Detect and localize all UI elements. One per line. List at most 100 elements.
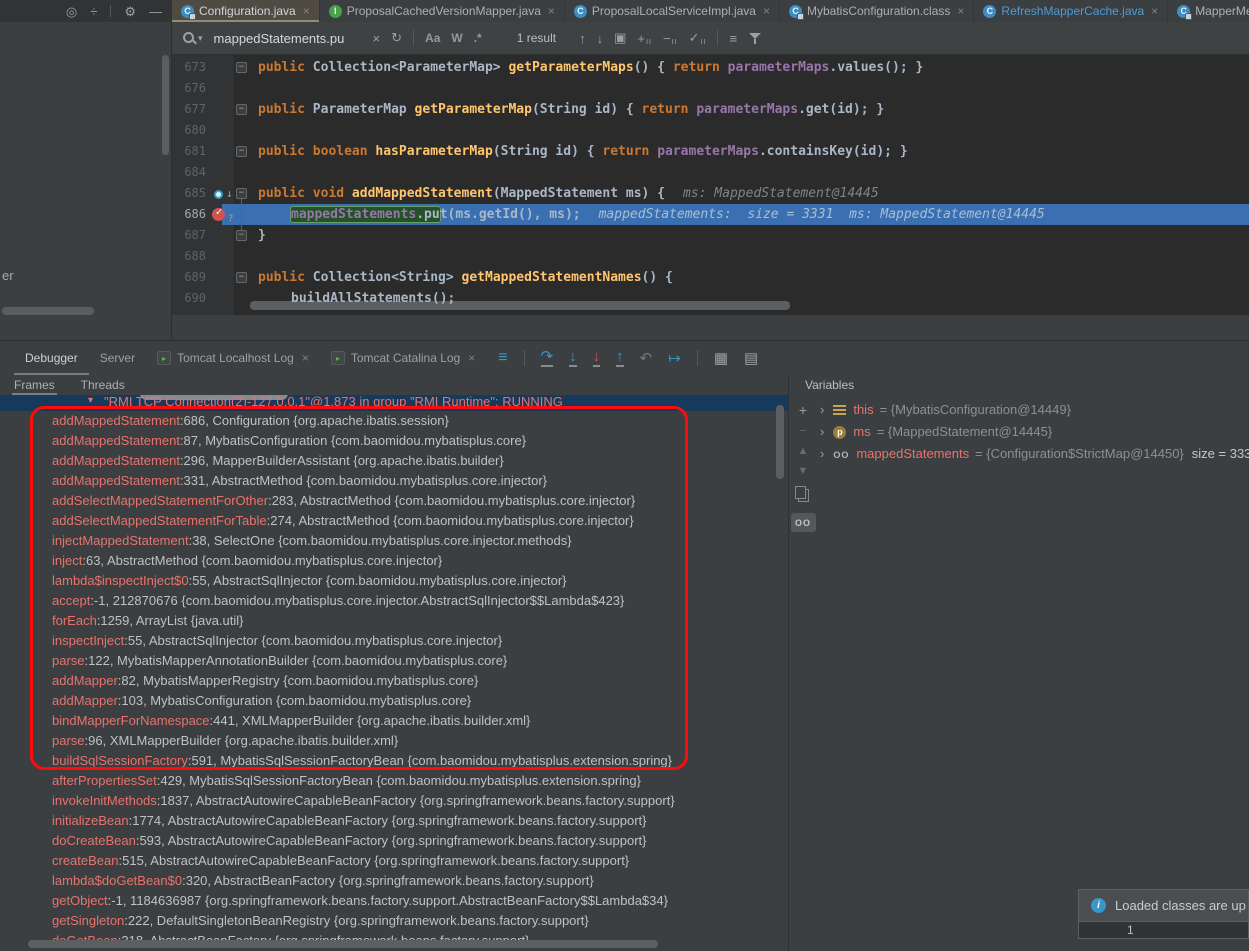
search-icon[interactable]	[182, 31, 196, 45]
fold-marker-icon[interactable]: −	[236, 146, 247, 157]
debug-tab[interactable]: ▸Tomcat Catalina Log×	[320, 341, 486, 375]
tab-close-icon[interactable]: ×	[1151, 4, 1158, 18]
breakpoint-icon[interactable]	[212, 208, 225, 221]
filter-lines-icon[interactable]: ≡	[729, 31, 737, 46]
tab-close-icon[interactable]: ×	[302, 351, 309, 365]
stack-frame-row[interactable]: lambda$doGetBean$0:320, AbstractBeanFact…	[0, 871, 788, 891]
step-over-icon[interactable]: ↷	[541, 349, 554, 367]
regex-toggle[interactable]: .*	[474, 31, 482, 45]
notification-footer-text: 1	[1127, 923, 1134, 937]
code-line[interactable]: 689−public Collection<String> getMappedS…	[172, 267, 1249, 288]
code-line[interactable]: 687−}	[172, 225, 1249, 246]
search-options-caret-icon[interactable]: ▾	[198, 33, 203, 44]
expand-triangle-icon[interactable]: ▾	[88, 395, 93, 406]
stack-frame-row[interactable]: createBean:515, AbstractAutowireCapableB…	[0, 851, 788, 871]
watches-view-icon[interactable]: OO	[791, 513, 816, 532]
stack-frame-row[interactable]: getObject:-1, 1184636987 {org.springfram…	[0, 891, 788, 911]
editor-tab[interactable]: CConfiguration.java×	[172, 0, 320, 22]
left-panel-vertical-scrollbar[interactable]	[162, 55, 169, 155]
frames-horizontal-scrollbar[interactable]	[28, 940, 658, 948]
split-icon[interactable]: ÷	[90, 5, 97, 18]
debug-tab[interactable]: Debugger	[14, 341, 89, 375]
match-case-toggle[interactable]: Aa	[425, 31, 440, 45]
stack-frame-row[interactable]: doCreateBean:593, AbstractAutowireCapabl…	[0, 831, 788, 851]
editor-tab[interactable]: CProposalLocalServiceImpl.java×	[565, 0, 780, 22]
tab-close-icon[interactable]: ×	[957, 4, 964, 18]
target-icon[interactable]: ◎	[66, 5, 77, 18]
code-line[interactable]: 680	[172, 120, 1249, 141]
expand-chevron-icon[interactable]: ›	[820, 402, 824, 417]
step-out-icon[interactable]: ↑	[616, 349, 624, 367]
left-panel-horizontal-scrollbar[interactable]	[2, 307, 94, 315]
editor-tab[interactable]: CMapperMethod.java×	[1168, 0, 1249, 22]
remove-watch-icon[interactable]: −	[800, 426, 806, 437]
stack-frame-row[interactable]: afterPropertiesSet:429, MybatisSqlSessio…	[0, 771, 788, 791]
fold-marker-icon[interactable]: −	[236, 230, 247, 241]
line-number: 690	[172, 288, 206, 309]
fold-marker-icon[interactable]: −	[236, 104, 247, 115]
run-to-cursor-icon[interactable]: ↦	[668, 351, 681, 366]
filter-results-icon[interactable]	[748, 31, 762, 45]
expand-chevron-icon[interactable]: ›	[820, 446, 824, 461]
next-occurrence-icon[interactable]: ↓	[597, 31, 604, 46]
code-line[interactable]: 684	[172, 162, 1249, 183]
duplicate-icon[interactable]	[798, 489, 809, 502]
search-input[interactable]: mappedStatements.pu	[214, 31, 362, 46]
expand-chevron-icon[interactable]: ›	[820, 424, 824, 439]
drop-frame-icon[interactable]: ↶	[640, 351, 653, 366]
editor-tab[interactable]: IProposalCachedVersionMapper.java×	[320, 0, 565, 22]
fold-marker-icon[interactable]: −	[236, 62, 247, 73]
clear-search-icon[interactable]: ×	[373, 31, 381, 46]
tab-close-icon[interactable]: ×	[763, 4, 770, 18]
code-line[interactable]: 673−public Collection<ParameterMap> getP…	[172, 57, 1249, 78]
tab-label: Tomcat Catalina Log	[351, 351, 460, 365]
select-all-occurrences-icon[interactable]: ✓	[689, 30, 707, 46]
tab-close-icon[interactable]: ×	[548, 4, 555, 18]
variable-row[interactable]: ›OOmappedStatements= {Configuration$Stri…	[820, 443, 1249, 465]
tab-label: MybatisConfiguration.class	[807, 4, 950, 18]
code-line[interactable]: 686?mappedStatements.put(ms.getId(), ms)…	[172, 204, 1249, 225]
tab-frames[interactable]: Frames	[14, 378, 55, 392]
layout-settings-icon[interactable]: ▤	[744, 351, 758, 366]
open-results-icon[interactable]: ▣	[614, 30, 626, 46]
settings-gear-icon[interactable]: ⚙	[124, 5, 136, 18]
code-line[interactable]: 676	[172, 78, 1249, 99]
debug-menu-icon[interactable]: ≡	[498, 350, 507, 366]
move-up-icon[interactable]: ▲	[798, 446, 809, 457]
variable-row[interactable]: ›this= {MybatisConfiguration@14449}	[820, 399, 1249, 421]
editor-tab[interactable]: CRefreshMapperCache.java×	[974, 0, 1168, 22]
variable-value: = {MybatisConfiguration@14449}	[880, 402, 1071, 417]
tab-threads[interactable]: Threads	[81, 378, 125, 392]
code-line[interactable]: 677−public ParameterMap getParameterMap(…	[172, 99, 1249, 120]
debug-tab[interactable]: ▸Tomcat Localhost Log×	[146, 341, 320, 375]
tab-close-icon[interactable]: ×	[468, 351, 475, 365]
add-occurrence-icon[interactable]: +	[637, 31, 652, 46]
frames-vertical-scrollbar[interactable]	[776, 405, 784, 479]
remove-occurrence-icon[interactable]: −	[663, 31, 678, 46]
add-watch-icon[interactable]: +	[799, 403, 807, 417]
step-into-icon[interactable]: ↓	[569, 349, 577, 367]
stack-frame-row[interactable]: invokeInitMethods:1837, AbstractAutowire…	[0, 791, 788, 811]
code-line[interactable]: 685↓−public void addMappedStatement(Mapp…	[172, 183, 1249, 204]
stack-frame-row[interactable]: getSingleton:222, DefaultSingletonBeanRe…	[0, 911, 788, 931]
force-step-into-icon[interactable]: ↓	[593, 349, 601, 367]
previous-occurrence-icon[interactable]: ↑	[579, 31, 586, 46]
code-line[interactable]: 688	[172, 246, 1249, 267]
search-history-icon[interactable]: ↻	[391, 30, 402, 46]
truncated-tree-item[interactable]: er	[2, 268, 14, 283]
tab-close-icon[interactable]: ×	[303, 4, 310, 18]
debug-tab[interactable]: Server	[89, 341, 146, 375]
stack-frame-row[interactable]: initializeBean:1774, AbstractAutowireCap…	[0, 811, 788, 831]
evaluate-expression-icon[interactable]: ▦	[714, 351, 728, 366]
move-down-icon[interactable]: ▼	[798, 466, 809, 477]
editor-tab[interactable]: CMybatisConfiguration.class×	[780, 0, 974, 22]
code-line[interactable]: 681−public boolean hasParameterMap(Strin…	[172, 141, 1249, 162]
variable-row[interactable]: ›pms= {MappedStatement@14445}	[820, 421, 1249, 443]
fold-marker-icon[interactable]: −	[236, 188, 247, 199]
fold-marker-icon[interactable]: −	[236, 272, 247, 283]
whole-words-toggle[interactable]: W	[451, 31, 462, 45]
debug-tab-bar: DebuggerServer▸Tomcat Localhost Log×▸Tom…	[0, 341, 1249, 375]
divider	[413, 30, 414, 46]
hide-panel-icon[interactable]: —	[149, 5, 162, 18]
class-icon: C	[1177, 5, 1190, 18]
